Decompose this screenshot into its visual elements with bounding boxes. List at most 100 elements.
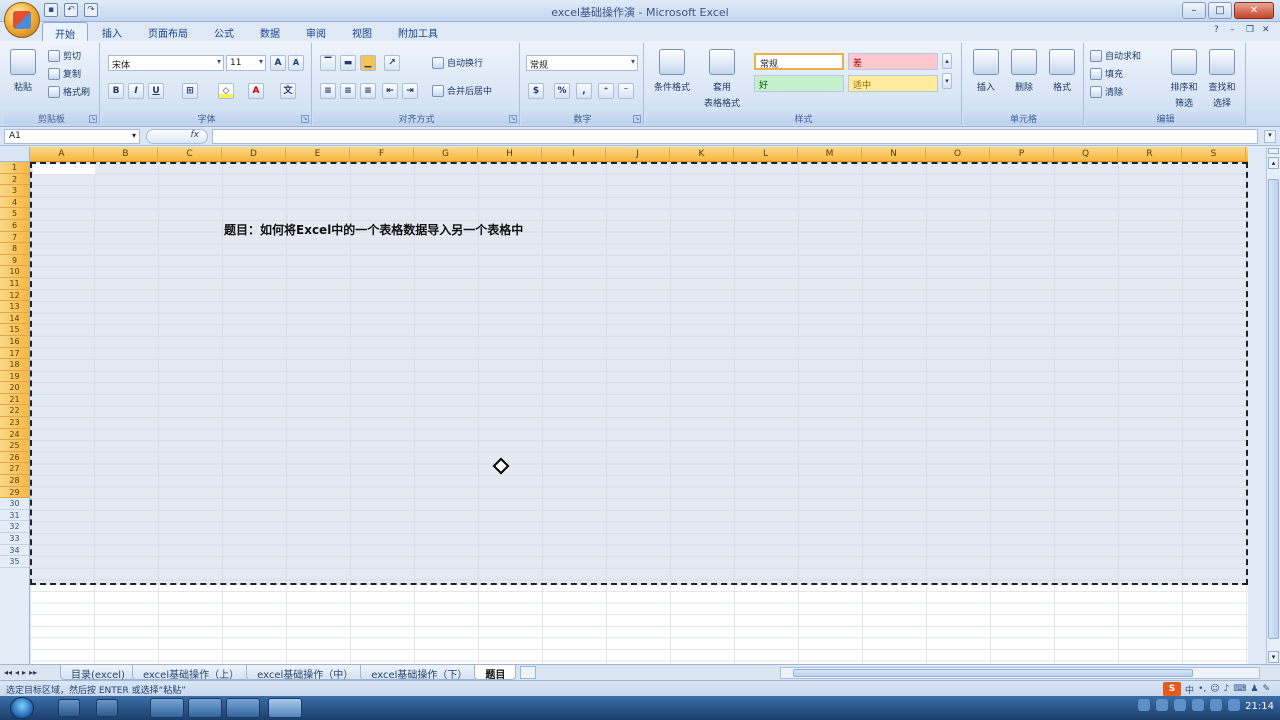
- split-box-icon[interactable]: [1268, 148, 1279, 154]
- keyboard-icon[interactable]: ⌨: [1233, 684, 1246, 694]
- column-header[interactable]: P: [990, 147, 1054, 162]
- column-header[interactable]: F: [350, 147, 414, 162]
- font-launcher-icon[interactable]: ↘: [301, 115, 309, 123]
- maximize-button[interactable]: □: [1208, 2, 1232, 19]
- styles-scroll-up-icon[interactable]: ▴: [942, 53, 952, 69]
- tab-formulas[interactable]: 公式: [202, 22, 246, 41]
- sogou-logo-icon[interactable]: S: [1163, 682, 1182, 696]
- column-header[interactable]: H: [478, 147, 542, 162]
- increase-decimal-icon[interactable]: ⁺: [598, 83, 614, 99]
- column-header[interactable]: Q: [1054, 147, 1118, 162]
- scroll-down-icon[interactable]: ▾: [1268, 651, 1279, 663]
- last-sheet-icon[interactable]: ▸▸: [29, 668, 37, 677]
- styles-more-icon[interactable]: ▾: [942, 73, 952, 89]
- column-header[interactable]: C: [158, 147, 222, 162]
- tab-page-layout[interactable]: 页面布局: [136, 22, 200, 41]
- tray-icon-1[interactable]: [1138, 699, 1150, 711]
- row-header[interactable]: 28: [0, 475, 29, 487]
- style-good[interactable]: 好: [754, 75, 844, 92]
- column-header[interactable]: M: [798, 147, 862, 162]
- row-header[interactable]: 21: [0, 393, 29, 406]
- align-middle-icon[interactable]: ▬: [340, 55, 356, 71]
- format-as-table-button[interactable]: 套用 表格格式: [696, 49, 748, 109]
- minimize-button[interactable]: –: [1182, 2, 1206, 19]
- row-header[interactable]: 1: [0, 162, 29, 174]
- name-box[interactable]: A1 ▾: [4, 129, 140, 144]
- insert-function-button[interactable]: fx: [146, 129, 208, 144]
- wrap-text-button[interactable]: 自动换行: [432, 56, 483, 69]
- row-header[interactable]: 23: [0, 417, 29, 429]
- help-icon[interactable]: ?: [1214, 25, 1224, 35]
- currency-icon[interactable]: $: [528, 83, 544, 99]
- align-left-icon[interactable]: ≡: [320, 83, 336, 99]
- row-header[interactable]: 22: [0, 405, 29, 418]
- font-size-combo[interactable]: 11 ▾: [226, 55, 266, 71]
- clear-button[interactable]: 清除: [1090, 85, 1123, 98]
- row-header[interactable]: 24: [0, 428, 29, 441]
- grow-font-button[interactable]: A: [270, 55, 286, 71]
- row-header[interactable]: 12: [0, 289, 29, 302]
- row-header[interactable]: 20: [0, 382, 29, 394]
- conditional-format-button[interactable]: 条件格式: [650, 49, 694, 93]
- border-icon[interactable]: ⊞: [182, 83, 198, 99]
- taskbar-app-2[interactable]: [188, 698, 222, 718]
- column-header[interactable]: D: [222, 147, 286, 162]
- font-color-icon[interactable]: A: [248, 83, 264, 99]
- underline-button[interactable]: U: [148, 83, 164, 99]
- microphone-icon[interactable]: ♪: [1224, 684, 1230, 694]
- align-center-icon[interactable]: ≡: [340, 83, 356, 99]
- media-player-icon[interactable]: [58, 699, 80, 717]
- find-select-button[interactable]: 查找和 选择: [1204, 49, 1240, 109]
- column-header[interactable]: K: [670, 147, 734, 162]
- column-header[interactable]: S: [1182, 147, 1246, 162]
- tab-insert[interactable]: 插入: [90, 22, 134, 41]
- minimize-workbook-icon[interactable]: –: [1230, 25, 1240, 35]
- first-sheet-icon[interactable]: ◂◂: [4, 668, 12, 677]
- column-header[interactable]: L: [734, 147, 798, 162]
- volume-icon[interactable]: [1228, 699, 1240, 711]
- alignment-launcher-icon[interactable]: ↘: [509, 115, 517, 123]
- row-header[interactable]: 34: [0, 545, 29, 557]
- merge-center-button[interactable]: 合并后居中: [432, 84, 492, 97]
- horizontal-scrollbar[interactable]: [780, 667, 1260, 679]
- format-cells-button[interactable]: 格式: [1044, 49, 1080, 93]
- row-header[interactable]: 10: [0, 266, 29, 278]
- increase-indent-icon[interactable]: ⇥: [402, 83, 418, 99]
- row-header[interactable]: 14: [0, 312, 29, 325]
- style-normal[interactable]: 常规: [754, 53, 844, 70]
- format-painter-button[interactable]: 格式刷: [48, 85, 90, 98]
- delete-cells-button[interactable]: 删除: [1006, 49, 1042, 93]
- column-header[interactable]: B: [94, 147, 158, 162]
- sheet-tab-basics-1[interactable]: excel基础操作（上）: [131, 665, 251, 681]
- emoji-icon[interactable]: ☺: [1210, 684, 1219, 694]
- paste-button[interactable]: 粘贴: [8, 49, 38, 93]
- tray-icon-4[interactable]: [1192, 699, 1204, 711]
- style-bad[interactable]: 差: [848, 53, 938, 70]
- row-header[interactable]: 15: [0, 324, 29, 336]
- row-header[interactable]: 26: [0, 451, 29, 464]
- row-header[interactable]: 18: [0, 359, 29, 371]
- formula-input[interactable]: [212, 129, 1258, 144]
- row-header[interactable]: 9: [0, 254, 29, 267]
- row-header[interactable]: 33: [0, 533, 29, 545]
- fill-button[interactable]: 填充: [1090, 67, 1123, 80]
- tray-icon-2[interactable]: [1156, 699, 1168, 711]
- column-header[interactable]: A: [30, 147, 94, 162]
- row-header[interactable]: 31: [0, 510, 29, 522]
- insert-sheet-icon[interactable]: [520, 666, 537, 679]
- active-cell-a1[interactable]: [33, 164, 95, 174]
- start-button[interactable]: [10, 697, 34, 719]
- row-header[interactable]: 25: [0, 440, 29, 452]
- column-header[interactable]: J: [606, 147, 670, 162]
- taskbar-excel[interactable]: [268, 698, 302, 718]
- cell-c5-title[interactable]: 题目：如何将Excel中的一个表格数据导入另一个表格中: [224, 221, 523, 238]
- prev-sheet-icon[interactable]: ◂: [15, 668, 19, 677]
- row-header[interactable]: 29: [0, 486, 29, 499]
- taskbar-explorer[interactable]: [150, 698, 184, 718]
- bold-button[interactable]: B: [108, 83, 124, 99]
- close-workbook-icon[interactable]: ✕: [1262, 25, 1272, 35]
- italic-button[interactable]: I: [128, 83, 144, 99]
- tab-view[interactable]: 视图: [340, 22, 384, 41]
- autosum-button[interactable]: 自动求和: [1090, 49, 1141, 62]
- row-header[interactable]: 11: [0, 277, 29, 290]
